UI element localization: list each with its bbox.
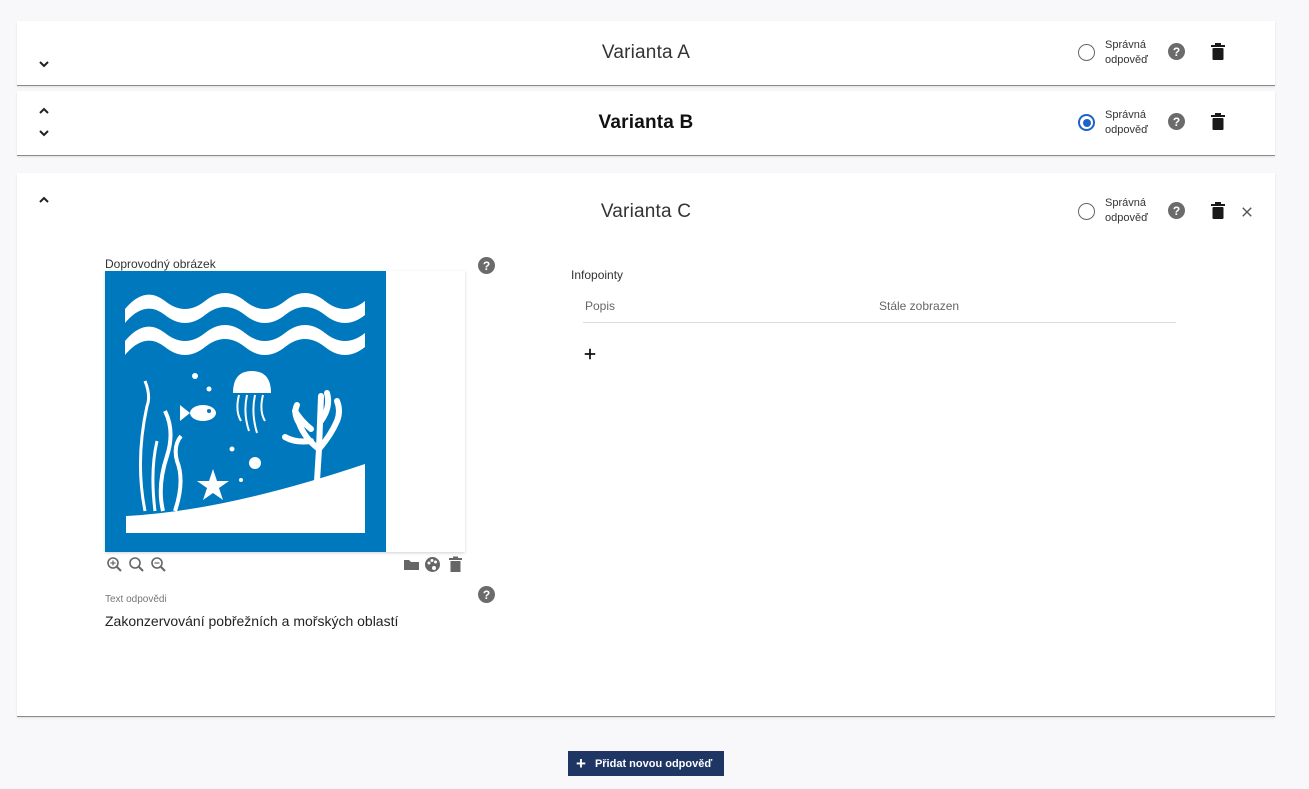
add-answer-button[interactable]: + Přidat novou odpověď [568,751,724,776]
trash-icon[interactable] [1211,43,1225,60]
trash-icon[interactable] [447,556,464,573]
zoom-in-icon[interactable] [106,556,123,573]
image-preview[interactable] [105,271,465,552]
palette-icon[interactable] [424,556,441,573]
zoom-out-icon[interactable] [150,556,167,573]
zoom-reset-icon[interactable] [128,556,145,573]
text-answer-caption: Text odpovědi [105,594,167,605]
help-icon[interactable]: ? [1168,202,1185,219]
correct-answer-radio[interactable] [1078,114,1095,131]
add-answer-label: Přidat novou odpověď [594,757,713,770]
column-header-stale-zobrazen: Stále zobrazen [879,299,960,313]
correct-answer-radio[interactable] [1078,44,1095,61]
trash-icon[interactable] [1211,202,1225,219]
correct-answer-label: Správná odpověď [1105,39,1148,66]
infopoints-title: Infopointy [571,268,624,282]
help-icon[interactable]: ? [478,586,495,603]
infopoints-table-header: Popis Stále zobrazen [583,290,1176,323]
help-icon[interactable]: ? [1168,43,1185,60]
sea-life-image [105,271,386,552]
image-label: Doprovodný obrázek [105,257,216,271]
plus-icon: + [576,754,586,773]
folder-icon[interactable] [403,556,420,573]
correct-answer-radio[interactable] [1078,203,1095,220]
variant-card-a: Varianta A Správná odpověď ? [17,21,1275,86]
help-icon[interactable]: ? [1168,113,1185,130]
help-icon[interactable]: ? [478,257,495,274]
correct-answer-label: Správná odpověď [1105,109,1148,136]
text-answer-field[interactable]: Zakonzervování pobřežních a mořských obl… [105,613,398,629]
variant-card-b: Varianta B Správná odpověď ? [17,91,1275,156]
plus-icon[interactable] [583,347,599,363]
trash-icon[interactable] [1211,113,1225,130]
variant-card-c: Varianta C Správná odpověď ? Doprovodný … [17,173,1275,717]
close-icon[interactable] [1241,205,1255,219]
column-header-popis: Popis [585,299,616,313]
correct-answer-label: Správná odpověď [1105,197,1148,224]
